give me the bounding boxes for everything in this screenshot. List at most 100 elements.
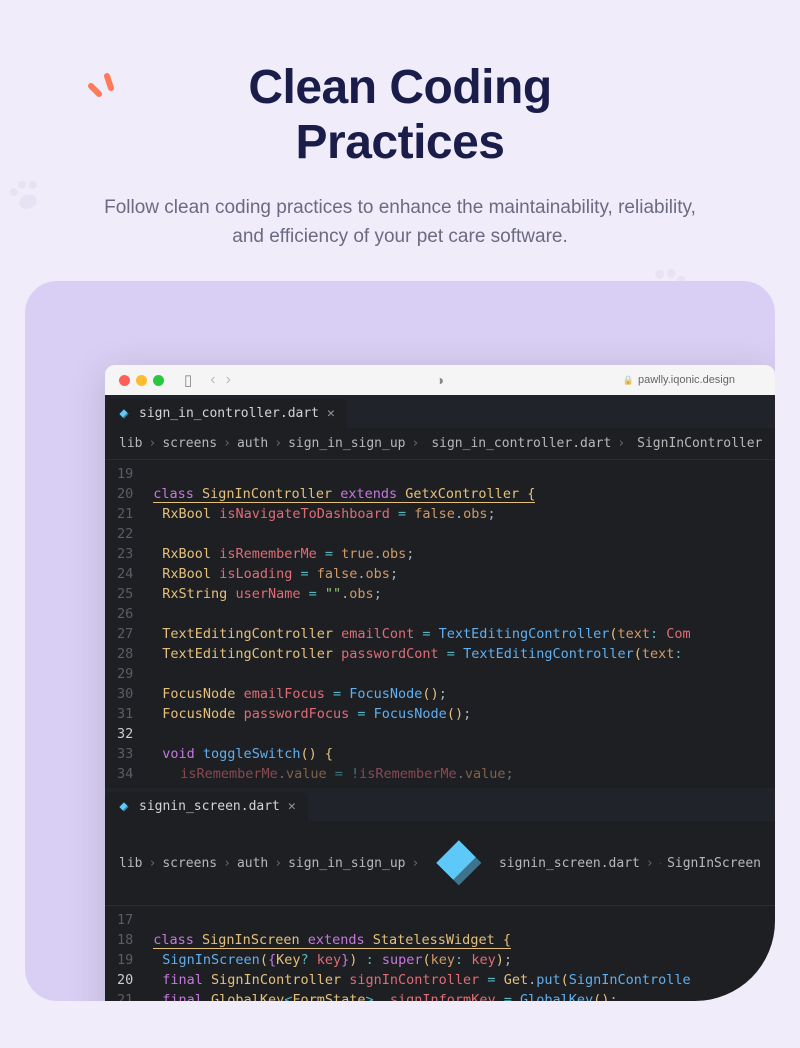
- code-line[interactable]: RxString userName = "".obs;: [143, 584, 775, 604]
- dart-file-icon: [117, 407, 131, 421]
- breadcrumb: lib › screens › auth › sign_in_sign_up › signin_…: [105, 821, 775, 906]
- chevron-right-icon: ›: [617, 436, 625, 451]
- line-number: 24: [117, 564, 133, 584]
- code-line[interactable]: [143, 524, 775, 544]
- line-number: 34: [117, 764, 133, 784]
- breadcrumb-segment[interactable]: SignInController: [637, 436, 762, 451]
- code-line[interactable]: [143, 910, 775, 930]
- line-number: 21: [117, 504, 133, 524]
- breadcrumb-segment[interactable]: auth: [237, 436, 268, 451]
- line-number: 27: [117, 624, 133, 644]
- window-maximize-button[interactable]: [153, 375, 164, 386]
- shield-icon[interactable]: ◑: [436, 372, 444, 388]
- code-line[interactable]: [143, 604, 775, 624]
- chevron-right-icon: ›: [223, 436, 231, 451]
- breadcrumb-segment[interactable]: lib: [119, 856, 142, 871]
- line-number-gutter: 19202122232425262728293031323334: [105, 460, 143, 788]
- class-icon: [660, 857, 661, 870]
- line-number: 17: [117, 910, 133, 930]
- code-line[interactable]: void toggleSwitch() {: [143, 744, 775, 764]
- code-body[interactable]: class SignInController extends GetxContr…: [143, 460, 775, 788]
- line-number: 19: [117, 950, 133, 970]
- tab-label: sign_in_controller.dart: [139, 406, 319, 421]
- address-bar-url[interactable]: pawlly.iqonic.design: [623, 374, 735, 386]
- spark-decoration: [85, 72, 121, 108]
- code-line[interactable]: RxBool isLoading = false.obs;: [143, 564, 775, 584]
- code-line[interactable]: class SignInScreen extends StatelessWidg…: [143, 930, 775, 950]
- code-line[interactable]: class SignInController extends GetxContr…: [143, 484, 775, 504]
- breadcrumb: lib › screens › auth › sign_in_sign_up › sign_in…: [105, 428, 775, 460]
- chevron-right-icon: ›: [148, 856, 156, 871]
- breadcrumb-segment[interactable]: SignInScreen: [667, 856, 761, 871]
- line-number: 31: [117, 704, 133, 724]
- line-number: 33: [117, 744, 133, 764]
- file-tab[interactable]: sign_in_controller.dart ✕: [105, 399, 347, 428]
- chevron-right-icon: ›: [274, 436, 282, 451]
- tab-label: signin_screen.dart: [139, 799, 280, 814]
- chevron-right-icon: ›: [646, 856, 654, 871]
- line-number: 29: [117, 664, 133, 684]
- code-line[interactable]: [143, 464, 775, 484]
- code-line[interactable]: final SignInController signInController …: [143, 970, 775, 990]
- code-body[interactable]: class SignInScreen extends StatelessWidg…: [143, 906, 775, 1001]
- file-tab[interactable]: signin_screen.dart ✕: [105, 792, 308, 821]
- line-number: 19: [117, 464, 133, 484]
- code-line[interactable]: isRememberMe.value = !isRememberMe.value…: [143, 764, 775, 784]
- line-number: 21: [117, 990, 133, 1001]
- line-number: 26: [117, 604, 133, 624]
- title-line-1: Clean Coding: [248, 61, 551, 114]
- editor-window: ▯ ‹ › ◑ pawlly.iqonic.design sign_in_con…: [105, 365, 775, 1001]
- editor-pane-2: signin_screen.dart ✕ lib › screens › auth › sign…: [105, 788, 775, 1001]
- line-number: 23: [117, 544, 133, 564]
- editor-pane-1: sign_in_controller.dart ✕ lib › screens › auth…: [105, 395, 775, 788]
- chevron-right-icon: ›: [148, 436, 156, 451]
- code-line[interactable]: [143, 664, 775, 684]
- line-number: 18: [117, 930, 133, 950]
- breadcrumb-segment[interactable]: signin_screen.dart: [499, 856, 640, 871]
- breadcrumb-segment[interactable]: screens: [162, 436, 217, 451]
- code-line[interactable]: SignInScreen({Key? key}) : super(key: ke…: [143, 950, 775, 970]
- breadcrumb-segment[interactable]: sign_in_controller.dart: [431, 436, 611, 451]
- nav-back-icon[interactable]: ‹: [210, 371, 215, 389]
- dart-file-icon: [117, 800, 131, 814]
- tab-bar: sign_in_controller.dart ✕: [105, 395, 775, 428]
- breadcrumb-segment[interactable]: sign_in_sign_up: [288, 436, 405, 451]
- code-line[interactable]: final GlobalKey<FormState> _signInformKe…: [143, 990, 775, 1001]
- line-number: 20: [117, 484, 133, 504]
- title-line-2: Practices: [296, 116, 505, 169]
- window-close-button[interactable]: [119, 375, 130, 386]
- page-subtitle: Follow clean coding practices to enhance…: [60, 194, 740, 251]
- breadcrumb-segment[interactable]: auth: [237, 856, 268, 871]
- chevron-right-icon: ›: [411, 436, 419, 451]
- code-line[interactable]: RxBool isNavigateToDashboard = false.obs…: [143, 504, 775, 524]
- tab-close-icon[interactable]: ✕: [288, 799, 296, 814]
- code-line[interactable]: FocusNode passwordFocus = FocusNode();: [143, 704, 775, 724]
- code-line[interactable]: FocusNode emailFocus = FocusNode();: [143, 684, 775, 704]
- sidebar-toggle-icon[interactable]: ▯: [184, 371, 192, 389]
- breadcrumb-segment[interactable]: sign_in_sign_up: [288, 856, 405, 871]
- code-area[interactable]: 1718192021222324class SignInScreen exten…: [105, 906, 775, 1001]
- breadcrumb-segment[interactable]: lib: [119, 436, 142, 451]
- chevron-right-icon: ›: [411, 856, 419, 871]
- line-number: 20: [117, 970, 133, 990]
- browser-chrome: ▯ ‹ › ◑ pawlly.iqonic.design: [105, 365, 775, 395]
- line-number-gutter: 1718192021222324: [105, 906, 143, 1001]
- breadcrumb-segment[interactable]: screens: [162, 856, 217, 871]
- code-line[interactable]: TextEditingController passwordCont = Tex…: [143, 644, 775, 664]
- code-line[interactable]: RxBool isRememberMe = true.obs;: [143, 544, 775, 564]
- nav-forward-icon[interactable]: ›: [226, 371, 231, 389]
- code-line[interactable]: TextEditingController emailCont = TextEd…: [143, 624, 775, 644]
- line-number: 22: [117, 524, 133, 544]
- tab-close-icon[interactable]: ✕: [327, 406, 335, 421]
- code-line[interactable]: [143, 724, 775, 744]
- window-minimize-button[interactable]: [136, 375, 147, 386]
- line-number: 28: [117, 644, 133, 664]
- tab-bar: signin_screen.dart ✕: [105, 788, 775, 821]
- editor-card: ▯ ‹ › ◑ pawlly.iqonic.design sign_in_con…: [25, 281, 775, 1001]
- line-number: 30: [117, 684, 133, 704]
- chevron-right-icon: ›: [223, 856, 231, 871]
- code-area[interactable]: 19202122232425262728293031323334class Si…: [105, 460, 775, 788]
- page-title: Clean Coding Practices: [60, 60, 740, 170]
- line-number: 32: [117, 724, 133, 744]
- dart-file-icon: [425, 829, 493, 897]
